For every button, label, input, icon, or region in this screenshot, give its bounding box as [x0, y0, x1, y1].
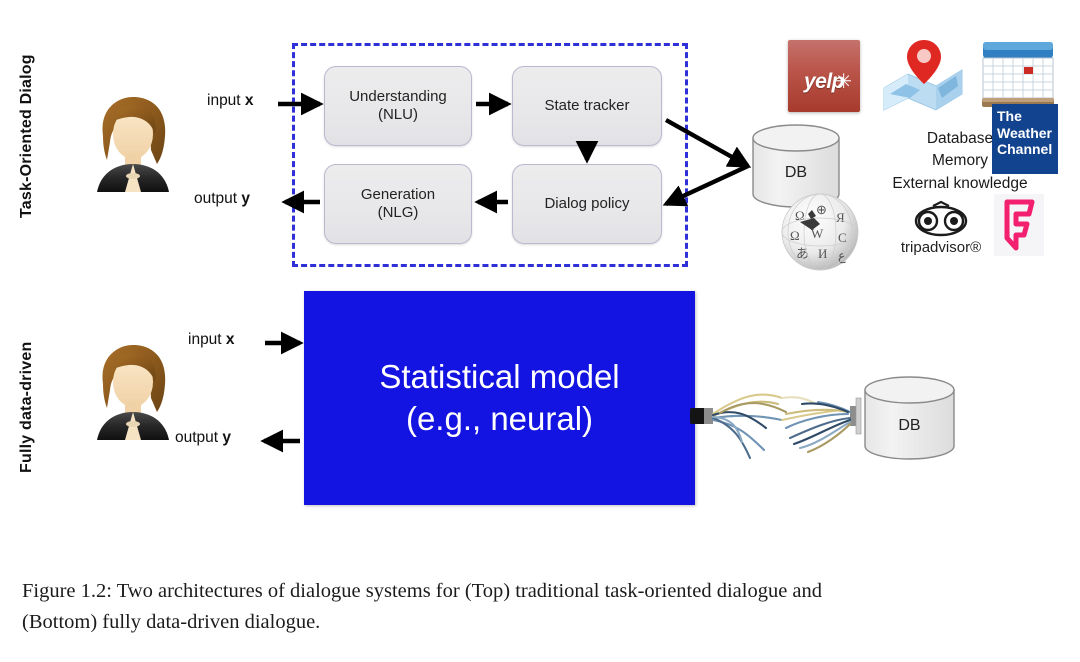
pipeline-box-nlu-line1: Understanding: [349, 87, 447, 105]
input-label-text: input: [188, 331, 226, 348]
figure-container: Task-Oriented Dialog Fully data-driven i…: [0, 0, 1080, 662]
caption-line-2: (Bottom) fully data-driven dialogue.: [22, 611, 321, 634]
weather-channel-logo: The Weather Channel: [992, 104, 1058, 174]
pipeline-box-nlg-line2: (NLG): [377, 204, 419, 221]
svg-text:Ω: Ω: [790, 228, 800, 243]
input-var-x: x: [225, 331, 235, 348]
pipeline-box-nlg[interactable]: Generation (NLG): [324, 164, 472, 244]
pipeline-box-state-tracker-line1: State tracker: [544, 96, 630, 114]
yelp-burst-icon: ✳: [835, 71, 852, 93]
pipeline-box-state-tracker[interactable]: State tracker: [512, 66, 662, 146]
tripadvisor-logo: tripadvisor®: [895, 200, 987, 256]
yelp-logo: yelp ✳: [788, 40, 860, 112]
svg-text:Я: Я: [836, 210, 845, 225]
pipeline-box-nlu-line2: (NLU): [377, 106, 418, 123]
pipeline-box-nlu[interactable]: Understanding (NLU): [324, 66, 472, 146]
input-label-text: input: [207, 92, 245, 109]
database-label-bottom: DB: [898, 417, 921, 434]
cable-connector-icon: [690, 368, 872, 472]
section-label-task-oriented: Task-Oriented Dialog: [18, 54, 35, 218]
user-avatar-icon: [85, 340, 181, 444]
svg-text:И: И: [818, 246, 827, 261]
pipeline-box-dialog-policy[interactable]: Dialog policy: [512, 164, 662, 244]
pipeline-box-dialog-policy-line1: Dialog policy: [544, 194, 630, 212]
input-label-bottom: input x: [188, 331, 235, 349]
user-avatar-icon: [85, 92, 181, 196]
weather-logo-line2: Weather: [997, 124, 1052, 141]
figure-caption: Figure 1.2: Two architectures of dialogu…: [22, 576, 1062, 638]
output-var-y: y: [241, 190, 251, 207]
input-var-x: x: [244, 92, 254, 109]
output-label-text: output: [175, 429, 223, 446]
knowledge-line-external: External knowledge: [892, 174, 1028, 192]
input-label-top: input x: [207, 92, 254, 110]
statistical-model-line1: Statistical model: [379, 357, 620, 395]
output-var-y: y: [222, 429, 232, 446]
tripadvisor-wordmark: tripadvisor®: [900, 239, 982, 256]
foursquare-logo: [994, 194, 1044, 256]
database-label-top: DB: [784, 164, 808, 181]
calendar-logo: [980, 38, 1056, 110]
wikipedia-logo: Ω ⊕ Я ΩWC あИع: [778, 188, 862, 272]
database-cylinder-bottom: DB: [862, 375, 957, 461]
weather-logo-line3: Channel: [997, 141, 1053, 158]
svg-text:⊕: ⊕: [816, 202, 827, 217]
output-label-bottom: output y: [175, 429, 231, 447]
output-label-top: output y: [194, 190, 250, 208]
statistical-model-line2: (e.g., neural): [405, 400, 594, 437]
weather-logo-line1: The: [997, 108, 1022, 124]
maps-logo: [880, 32, 966, 116]
statistical-model-box[interactable]: Statistical model (e.g., neural): [304, 291, 695, 505]
pipeline-box-nlg-line1: Generation: [360, 185, 436, 203]
caption-line-1: Figure 1.2: Two architectures of dialogu…: [22, 580, 823, 602]
output-label-text: output: [194, 190, 242, 207]
section-label-fully-data-driven: Fully data-driven: [18, 341, 35, 473]
